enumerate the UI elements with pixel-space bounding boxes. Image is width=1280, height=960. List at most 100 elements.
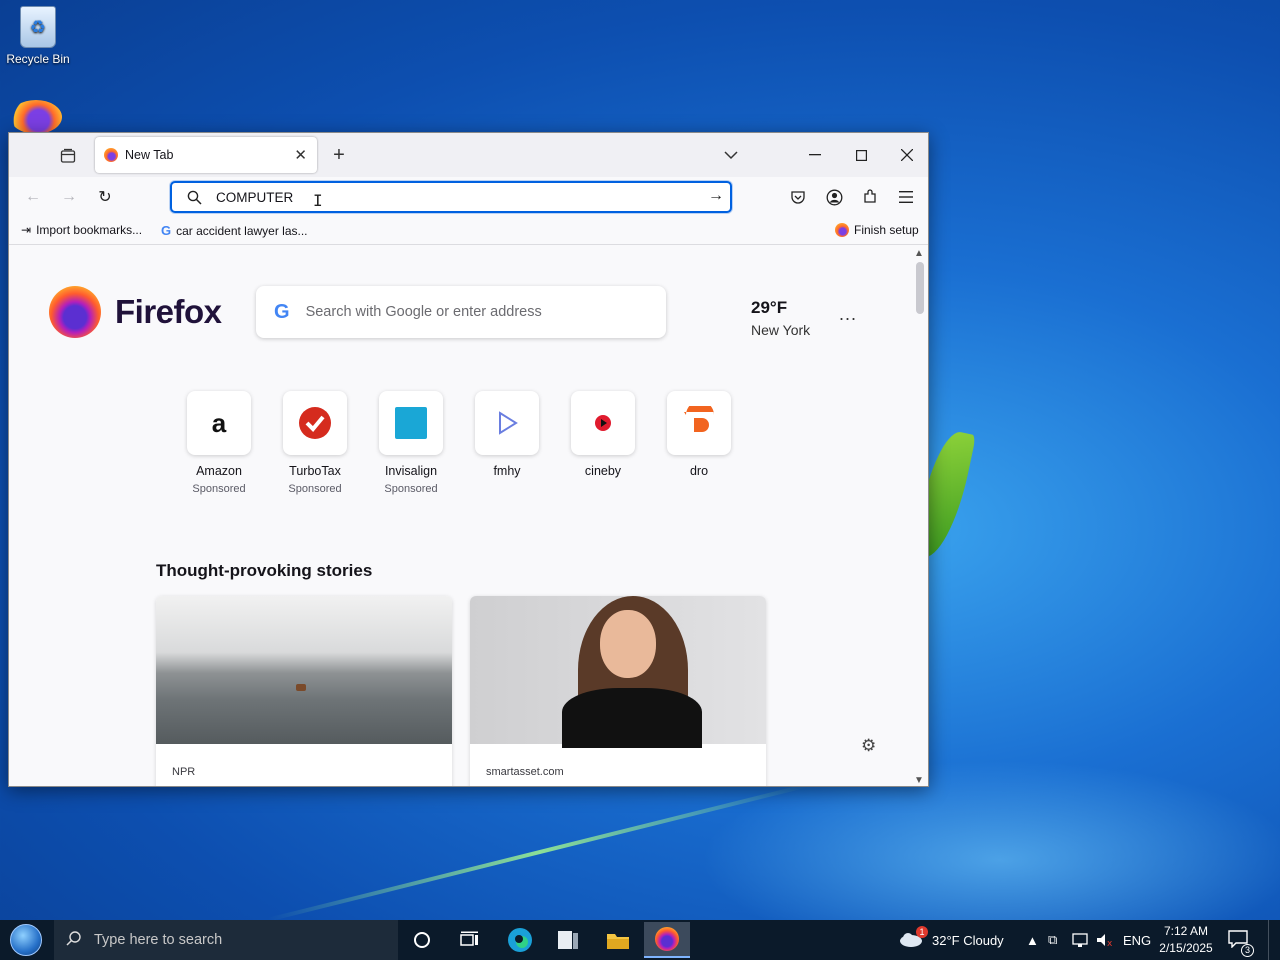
finish-setup-label: Finish setup [854, 223, 919, 237]
notepad-icon[interactable] [545, 922, 591, 958]
recycle-bin-desktop-icon[interactable]: ♻ Recycle Bin [2, 6, 74, 66]
google-icon: G [161, 223, 172, 238]
task-view-icon[interactable] [447, 922, 493, 958]
firefox-wordmark: Firefox [115, 293, 222, 330]
story-card-smartasset[interactable]: smartasset.com [470, 596, 766, 786]
text-cursor-icon: I [313, 191, 323, 210]
network-icon[interactable] [1072, 920, 1090, 960]
extensions-puzzle-icon[interactable] [856, 185, 884, 209]
top-site-dro[interactable]: dro [667, 391, 731, 495]
svg-text:x: x [1107, 939, 1113, 948]
url-bar[interactable]: → [170, 181, 732, 213]
recycle-bin-icon: ♻ [20, 6, 56, 48]
firefox-icon [835, 223, 849, 237]
top-site-cineby[interactable]: cineby [571, 391, 635, 495]
firefox-favicon-icon [104, 148, 118, 162]
bookmark-import-label: Import bookmarks... [36, 223, 143, 237]
taskbar-clock[interactable]: 7:12 AM 2/15/2025 [1158, 923, 1214, 957]
turbotax-icon [283, 391, 347, 455]
finish-setup-button[interactable]: Finish setup [835, 223, 919, 237]
notifications-icon[interactable]: 3 [1228, 920, 1254, 960]
firefox-window: New Tab ✕ + ← → ↻ → [8, 132, 929, 787]
page-scrollbar[interactable]: ▲ ▼ [912, 246, 928, 786]
story-source: smartasset.com [486, 766, 564, 778]
tab-bar: New Tab ✕ + [9, 133, 928, 177]
top-site-name: cineby [584, 464, 622, 478]
scroll-up-arrow-icon[interactable]: ▲ [914, 248, 924, 259]
notifications-count: 3 [1241, 943, 1254, 957]
weather-more-options-icon[interactable]: ... [839, 304, 857, 325]
pocket-icon[interactable] [784, 185, 812, 209]
go-arrow-icon[interactable]: → [708, 187, 724, 205]
maximize-button[interactable] [838, 133, 884, 177]
top-site-invisalign[interactable]: Invisalign Sponsored [379, 391, 443, 495]
play-icon [475, 391, 539, 455]
firefox-logo: Firefox [49, 286, 222, 338]
story-card-npr[interactable]: NPR [156, 596, 452, 786]
search-icon [66, 930, 82, 951]
list-all-tabs-chevron-down-icon[interactable] [719, 145, 743, 165]
bookmark-import[interactable]: ⇥ Import bookmarks... [21, 223, 142, 237]
input-language[interactable]: ENG [1123, 920, 1151, 960]
story-source: NPR [172, 766, 196, 778]
menu-hamburger-icon[interactable] [892, 185, 920, 209]
minimize-button[interactable] [792, 133, 838, 177]
show-desktop-button[interactable] [1268, 920, 1280, 960]
scroll-down-arrow-icon[interactable]: ▼ [914, 775, 924, 786]
edge-icon[interactable] [497, 922, 543, 958]
story-image-sea [156, 596, 452, 744]
file-explorer-folder-icon[interactable] [595, 922, 641, 958]
taskbar-search-box[interactable]: Type here to search [54, 920, 398, 960]
close-window-button[interactable] [884, 133, 928, 177]
newtab-search-box[interactable]: G Search with Google or enter address [256, 286, 666, 338]
bookmarks-toolbar: ⇥ Import bookmarks... G car accident law… [9, 217, 928, 245]
recycle-bin-label: Recycle Bin [6, 52, 70, 66]
account-icon[interactable] [820, 185, 848, 209]
top-site-name: TurboTax [289, 464, 341, 478]
new-tab-plus-icon[interactable]: + [327, 143, 351, 167]
google-icon: G [274, 300, 290, 323]
start-button[interactable] [6, 922, 46, 958]
volume-muted-icon[interactable]: x [1096, 920, 1114, 960]
amazon-icon: a [187, 391, 251, 455]
top-site-fmhy[interactable]: fmhy [475, 391, 539, 495]
sponsored-label: Sponsored [384, 483, 438, 495]
taskbar-weather-text: 32°F Cloudy [932, 932, 1004, 948]
windows-start-icon [10, 924, 42, 956]
firefox-logo-icon [49, 286, 101, 338]
taskbar-weather[interactable]: 1 32°F Cloudy [898, 920, 1004, 960]
url-input[interactable] [216, 189, 686, 205]
forward-arrow-icon[interactable]: → [55, 185, 83, 209]
new-tab-page: Firefox G Search with Google or enter ad… [9, 246, 914, 786]
back-arrow-icon[interactable]: ← [19, 185, 47, 209]
top-site-name: Invisalign [384, 464, 438, 478]
clock-time: 7:12 AM [1163, 924, 1209, 938]
firefox-desktop-icon[interactable] [10, 100, 62, 134]
story-image-portrait [470, 596, 766, 748]
weather-widget[interactable]: 29°F New York [751, 298, 810, 338]
cineby-icon [571, 391, 635, 455]
tab-new-tab[interactable]: New Tab ✕ [95, 137, 317, 173]
top-site-name: fmhy [493, 464, 521, 478]
firefox-taskbar-icon[interactable] [644, 922, 690, 958]
taskbar: Type here to search 1 32°F Cloudy ▲ ⧉ x … [0, 920, 1280, 960]
newtab-search-placeholder: Search with Google or enter address [305, 304, 542, 320]
meet-now-icon[interactable]: ⧉ [1048, 920, 1057, 960]
dro-icon [667, 391, 731, 455]
gear-icon[interactable]: ⚙ [861, 736, 876, 756]
reload-icon[interactable]: ↻ [91, 185, 119, 209]
firefox-view-icon[interactable] [57, 145, 79, 167]
show-hidden-icons-chevron-up-icon[interactable]: ▲ [1026, 920, 1039, 960]
taskbar-search-placeholder: Type here to search [94, 932, 223, 948]
top-site-amazon[interactable]: a Amazon Sponsored [187, 391, 251, 495]
sponsored-label: Sponsored [192, 483, 246, 495]
bookmark-car-accident[interactable]: G car accident lawyer las... [161, 223, 308, 238]
cortana-icon[interactable] [399, 922, 445, 958]
stories-heading: Thought-provoking stories [156, 561, 373, 580]
top-site-name: Amazon [196, 464, 242, 478]
weather-temperature: 29°F [751, 298, 788, 317]
scrollbar-thumb[interactable] [916, 262, 924, 314]
top-site-turbotax[interactable]: TurboTax Sponsored [283, 391, 347, 495]
cloud-icon: 1 [898, 925, 928, 951]
close-tab-icon[interactable]: ✕ [294, 146, 307, 164]
